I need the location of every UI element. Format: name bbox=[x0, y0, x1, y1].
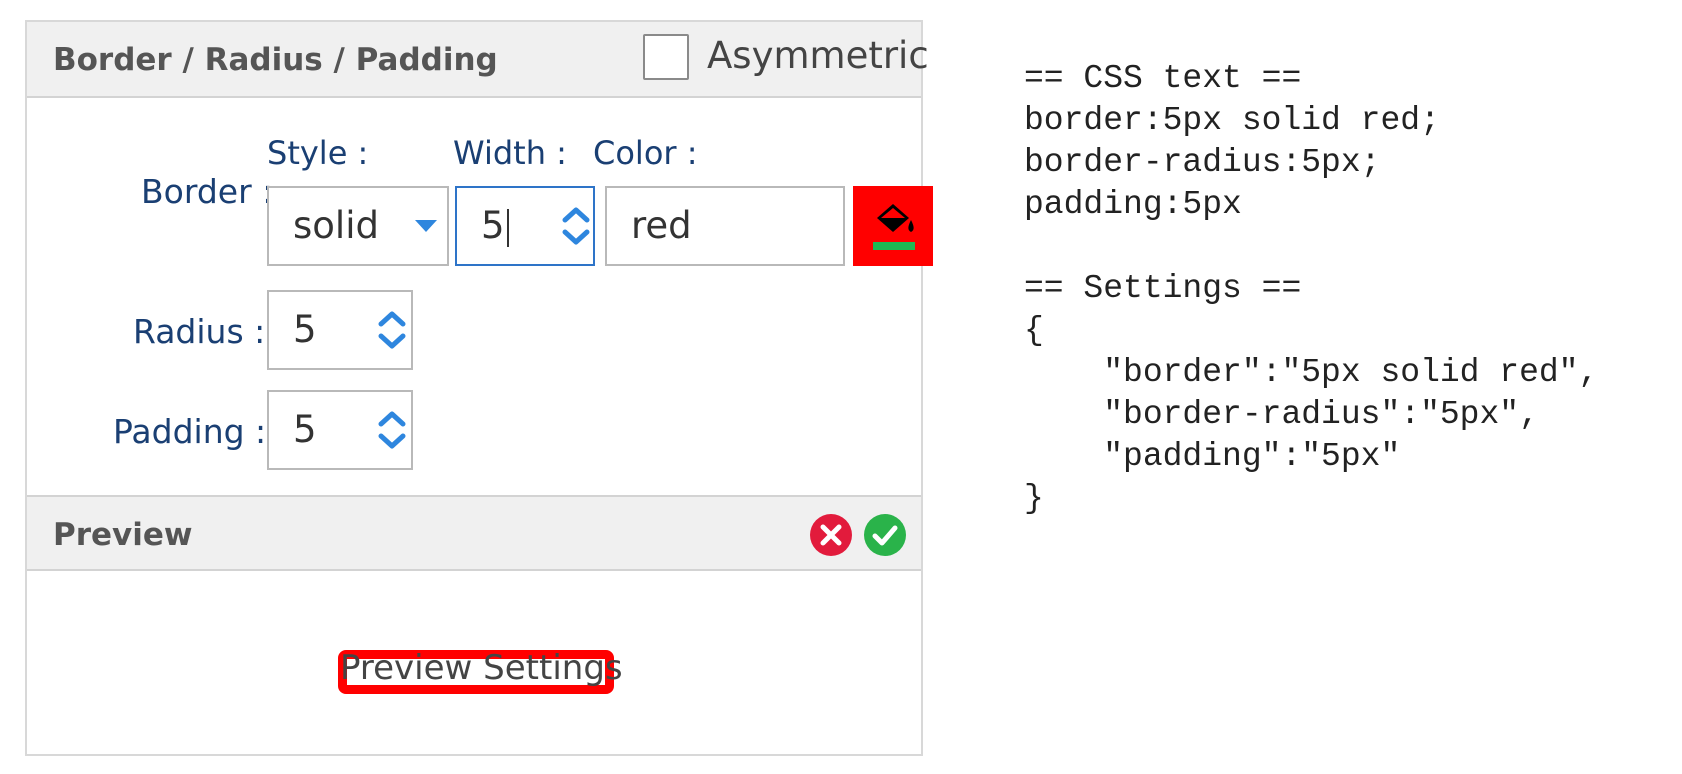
border-label: Border : bbox=[141, 172, 274, 211]
text-caret bbox=[506, 208, 509, 247]
style-column-label: Style : bbox=[267, 134, 369, 172]
chevron-down-icon bbox=[415, 220, 437, 232]
confirm-icon[interactable] bbox=[863, 513, 907, 557]
width-column-label: Width : bbox=[453, 134, 567, 172]
radius-value: 5 bbox=[293, 308, 317, 351]
spinner-icon[interactable] bbox=[377, 304, 407, 356]
preview-header: Preview bbox=[27, 495, 921, 571]
padding-label: Padding : bbox=[113, 412, 267, 451]
cancel-icon[interactable] bbox=[809, 513, 853, 557]
border-width-value: 5 bbox=[481, 204, 509, 247]
asymmetric-label: Asymmetric bbox=[707, 34, 929, 77]
radius-stepper[interactable]: 5 bbox=[267, 290, 413, 370]
preview-sample-text: Preview Settings bbox=[340, 648, 623, 688]
settings-panel: Border / Radius / Padding Asymmetric Sty… bbox=[25, 20, 933, 756]
border-color-input[interactable]: red bbox=[605, 186, 845, 266]
spinner-icon[interactable] bbox=[377, 404, 407, 456]
border-style-value: solid bbox=[293, 204, 379, 247]
border-color-value: red bbox=[631, 204, 692, 247]
css-output-text: == CSS text == border:5px solid red; bor… bbox=[1024, 60, 1599, 517]
paint-bucket-icon bbox=[873, 204, 915, 250]
panel-header: Border / Radius / Padding Asymmetric bbox=[27, 22, 929, 98]
padding-stepper[interactable]: 5 bbox=[267, 390, 413, 470]
radius-label: Radius : bbox=[133, 312, 266, 351]
border-width-stepper[interactable]: 5 bbox=[455, 186, 595, 266]
color-picker-button[interactable] bbox=[853, 186, 933, 266]
border-style-select[interactable]: solid bbox=[267, 186, 449, 266]
preview-title: Preview bbox=[53, 517, 193, 553]
spinner-icon[interactable] bbox=[561, 200, 591, 252]
padding-value: 5 bbox=[293, 408, 317, 451]
panel-title: Border / Radius / Padding bbox=[53, 42, 498, 78]
asymmetric-checkbox[interactable] bbox=[643, 34, 689, 80]
color-column-label: Color : bbox=[593, 134, 698, 172]
